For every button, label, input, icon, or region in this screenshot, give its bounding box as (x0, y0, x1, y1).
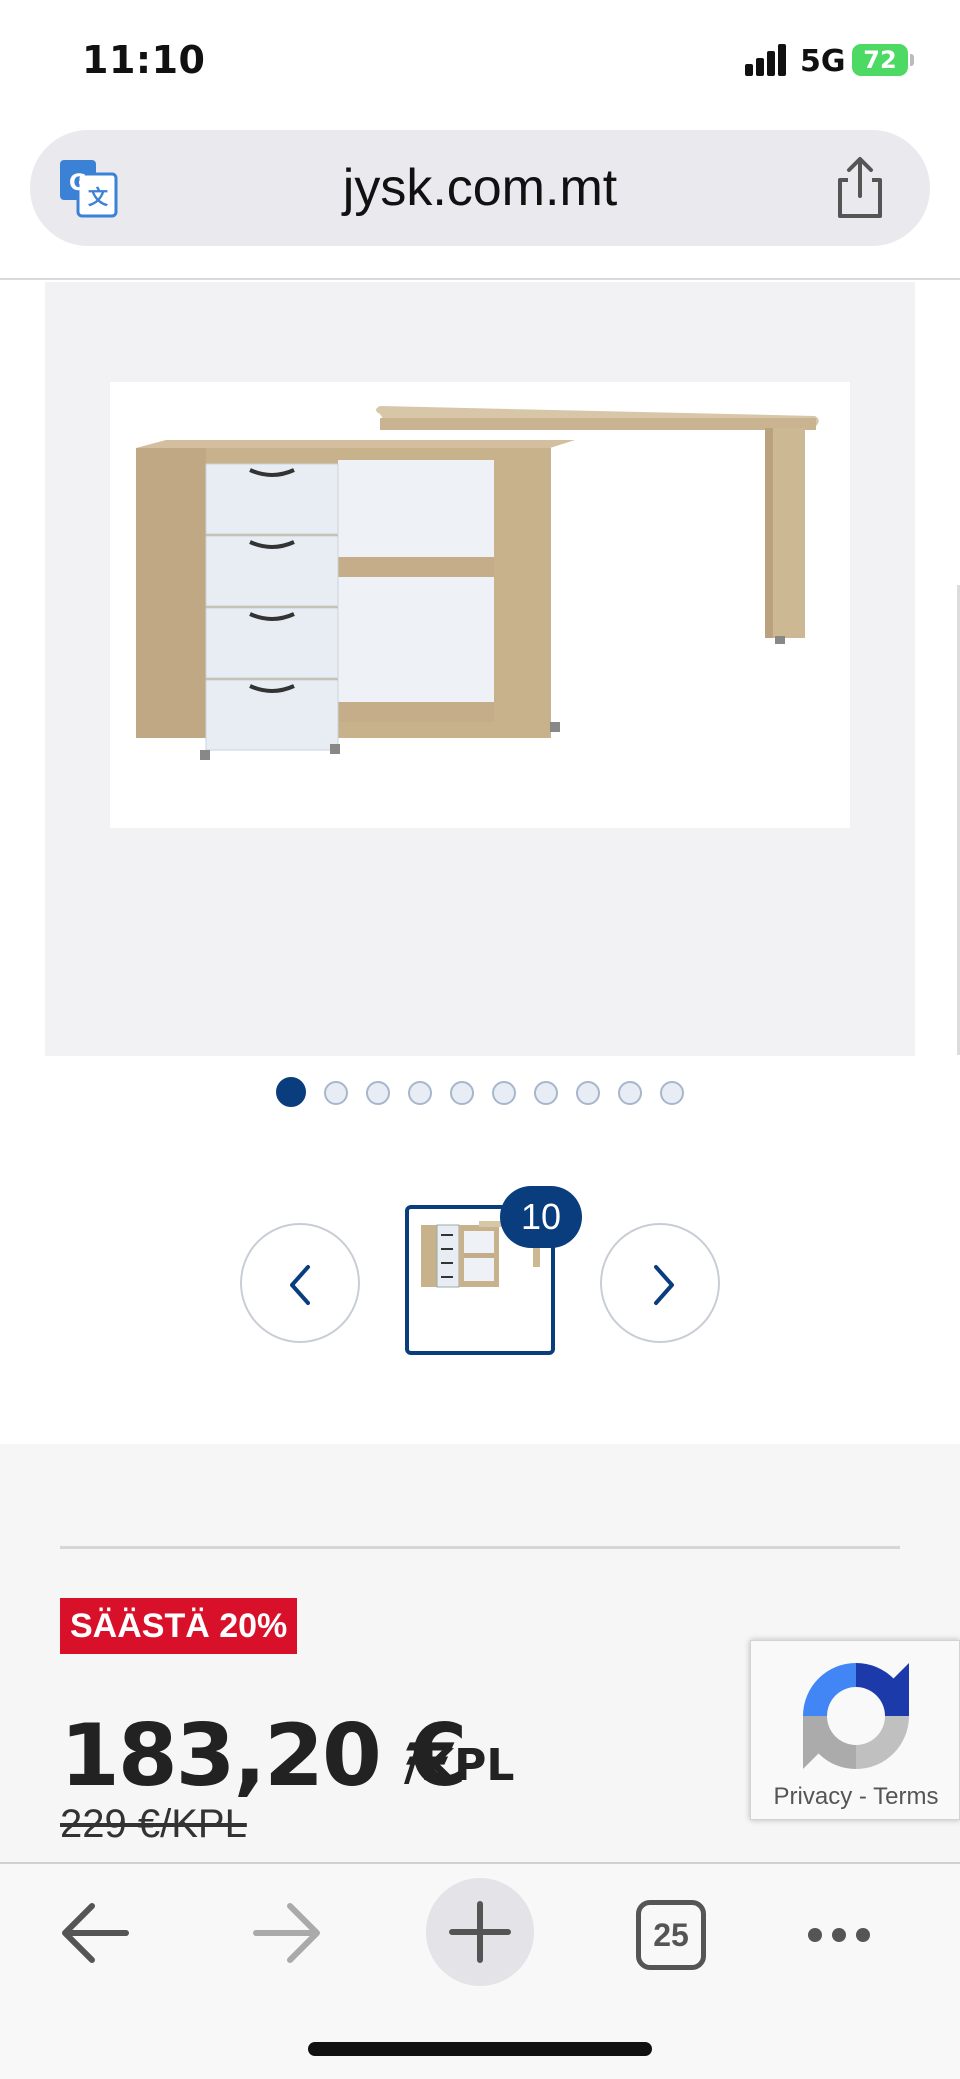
original-price: 229 €/KPL (60, 1802, 247, 1846)
discount-badge: SÄÄSTÄ 20% (60, 1598, 298, 1654)
home-indicator (308, 2042, 652, 2056)
next-image-button[interactable] (600, 1223, 720, 1343)
arrow-left-icon[interactable] (58, 1898, 132, 1968)
network-label: 5G (800, 44, 846, 79)
status-time: 11:10 (82, 38, 206, 82)
price-divider (60, 1546, 900, 1549)
address-bar[interactable]: G 文 jysk.com.mt (30, 130, 930, 246)
recaptcha-privacy-link[interactable]: Privacy (774, 1783, 853, 1810)
recaptcha-badge[interactable]: Privacy - Terms (750, 1640, 960, 1820)
plus-icon (449, 1901, 511, 1963)
image-count-badge: 10 (500, 1186, 582, 1248)
new-tab-button[interactable] (426, 1878, 534, 1986)
recaptcha-separator: - (858, 1783, 867, 1810)
carousel-dot[interactable] (450, 1081, 474, 1105)
tab-count: 25 (653, 1916, 689, 1953)
carousel-dot[interactable] (492, 1081, 516, 1105)
desk-illustration (136, 406, 819, 760)
share-icon[interactable] (830, 156, 890, 220)
url-text[interactable]: jysk.com.mt (30, 158, 930, 218)
header-divider (0, 278, 960, 280)
tabs-icon[interactable]: 25 (636, 1900, 706, 1970)
carousel-dot[interactable] (660, 1081, 684, 1105)
chevron-right-icon (654, 1265, 674, 1305)
battery-level: 72 (863, 46, 897, 74)
arrow-right-icon[interactable] (250, 1898, 324, 1968)
previous-image-button[interactable] (240, 1223, 360, 1343)
carousel-dot[interactable] (276, 1077, 306, 1107)
recaptcha-terms-link[interactable]: Terms (873, 1783, 938, 1810)
product-image-carousel[interactable] (45, 282, 915, 1056)
carousel-dot[interactable] (534, 1081, 558, 1105)
battery-cap (910, 54, 914, 66)
carousel-dot[interactable] (618, 1081, 642, 1105)
signal-icon (745, 44, 789, 76)
product-image (110, 382, 850, 828)
recaptcha-links: Privacy - Terms (751, 1783, 960, 1811)
recaptcha-icon (803, 1663, 909, 1769)
status-bar: 11:10 5G 72 (0, 0, 960, 120)
carousel-dot[interactable] (324, 1081, 348, 1105)
price-unit: /KPL (404, 1740, 515, 1791)
carousel-dot[interactable] (576, 1081, 600, 1105)
carousel-dot[interactable] (366, 1081, 390, 1105)
chevron-left-icon (290, 1265, 310, 1305)
carousel-dot[interactable] (408, 1081, 432, 1105)
battery-icon: 72 (852, 44, 908, 76)
